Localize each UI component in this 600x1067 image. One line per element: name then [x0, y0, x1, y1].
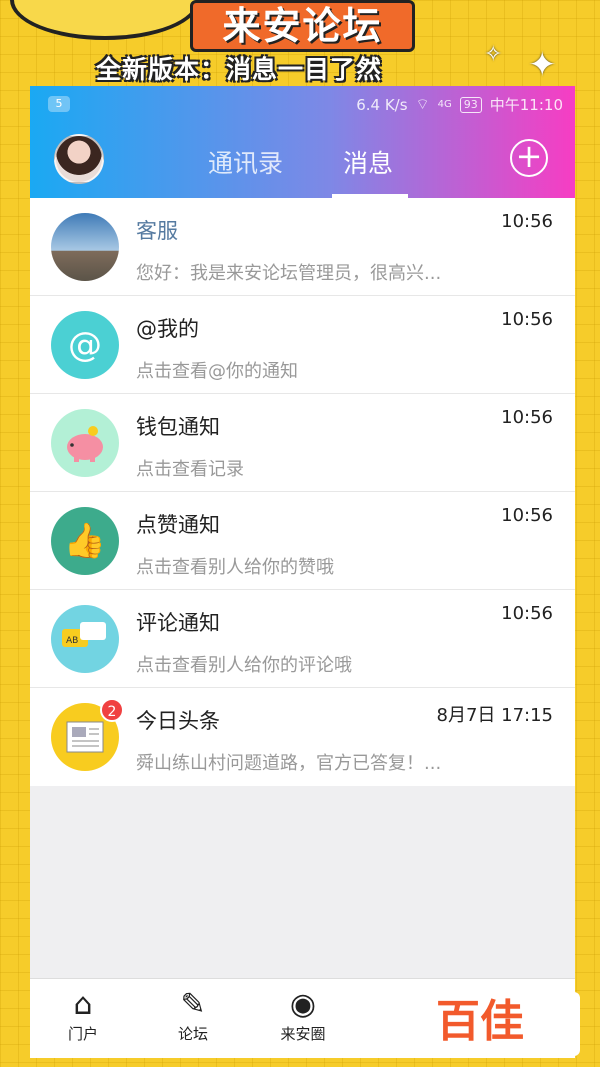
header-area: 5 6.4 K/s ⌔ 4G 93 中午11:10 通讯录 消息 +	[30, 86, 575, 198]
message-title: 钱包通知	[136, 415, 220, 439]
message-title: 评论通知	[136, 611, 220, 635]
unread-badge: 2	[100, 698, 124, 722]
comment-bubbles-icon: AB	[51, 605, 119, 673]
message-row-likes[interactable]: 👍 点赞通知 10:56 点击查看别人给你的赞哦	[30, 492, 575, 590]
message-time: 8月7日 17:15	[436, 705, 554, 726]
network-speed: 6.4 K/s	[356, 95, 408, 114]
message-title: 今日头条	[136, 709, 220, 733]
nav-forum[interactable]: ✎ 论坛	[148, 987, 238, 1044]
home-icon: ⌂	[73, 987, 93, 1022]
message-preview: 您好：我是来安论坛管理员，很高兴...	[136, 263, 442, 284]
status-right: 6.4 K/s ⌔ 4G 93 中午11:10	[356, 94, 563, 115]
message-time: 10:56	[501, 407, 553, 428]
add-button[interactable]: +	[510, 139, 548, 177]
thumbs-up-icon: 👍	[51, 507, 119, 575]
message-title: @我的	[136, 317, 199, 341]
sparkle-small-icon: ✧	[484, 42, 503, 67]
message-title: 客服	[136, 219, 178, 243]
decor-cloud	[10, 0, 200, 40]
message-list: 客服 10:56 您好：我是来安论坛管理员，很高兴... @ @我的 10:56…	[30, 198, 575, 786]
top-nav: 通讯录 消息 +	[30, 122, 575, 198]
battery-level: 93	[459, 96, 482, 113]
piggy-bank-icon	[51, 409, 119, 477]
notification-badge: 5	[48, 96, 70, 112]
message-row-comments[interactable]: AB 评论通知 10:56 点击查看别人给你的评论哦	[30, 590, 575, 688]
message-time: 10:56	[501, 211, 553, 232]
tab-contacts[interactable]: 通讯录	[208, 144, 283, 180]
tab-messages[interactable]: 消息	[343, 144, 393, 180]
nav-circle-label: 来安圈	[280, 1025, 326, 1043]
status-bar: 5 6.4 K/s ⌔ 4G 93 中午11:10	[30, 86, 575, 122]
signal-network: 4G	[437, 99, 452, 110]
nav-forum-label: 论坛	[177, 1025, 208, 1043]
nav-home-label: 门户	[67, 1025, 98, 1043]
sparkle-icon: ✦	[528, 45, 557, 85]
promo-title: 来安论坛	[190, 0, 415, 52]
message-title: 点赞通知	[136, 513, 220, 537]
message-preview: 点击查看@你的通知	[136, 361, 298, 382]
message-row-headlines[interactable]: 2 今日头条 8月7日 17:15 舜山练山村问题道路，官方已答复！...	[30, 688, 575, 786]
promo-subtitle: 全新版本：消息一目了然	[96, 55, 383, 84]
svg-text:AB: AB	[66, 636, 78, 646]
message-time: 10:56	[501, 505, 553, 526]
aperture-icon: ◉	[289, 987, 317, 1022]
message-preview: 点击查看别人给你的赞哦	[136, 557, 334, 578]
message-time: 10:56	[501, 603, 553, 624]
message-time: 10:56	[501, 309, 553, 330]
message-preview: 点击查看别人给你的评论哦	[136, 655, 352, 676]
nav-home[interactable]: ⌂ 门户	[38, 987, 128, 1044]
message-row-wallet[interactable]: 钱包通知 10:56 点击查看记录	[30, 394, 575, 492]
forum-icon: ✎	[180, 987, 206, 1022]
user-avatar[interactable]	[54, 134, 104, 184]
clock: 中午11:10	[489, 96, 563, 114]
nav-circle[interactable]: ◉ 来安圈	[258, 987, 348, 1044]
message-row-mentions[interactable]: @ @我的 10:56 点击查看@你的通知	[30, 296, 575, 394]
phone-screen: 5 6.4 K/s ⌔ 4G 93 中午11:10 通讯录 消息 + 客服 10…	[30, 86, 575, 1058]
message-preview: 舜山练山村问题道路，官方已答复！...	[136, 753, 442, 774]
watermark-logo: 百佳	[380, 992, 580, 1056]
message-row-service[interactable]: 客服 10:56 您好：我是来安论坛管理员，很高兴...	[30, 198, 575, 296]
wifi-icon: ⌔	[415, 95, 430, 113]
sky-avatar-icon	[51, 213, 119, 281]
message-preview: 点击查看记录	[136, 459, 244, 480]
at-icon: @	[51, 311, 119, 379]
